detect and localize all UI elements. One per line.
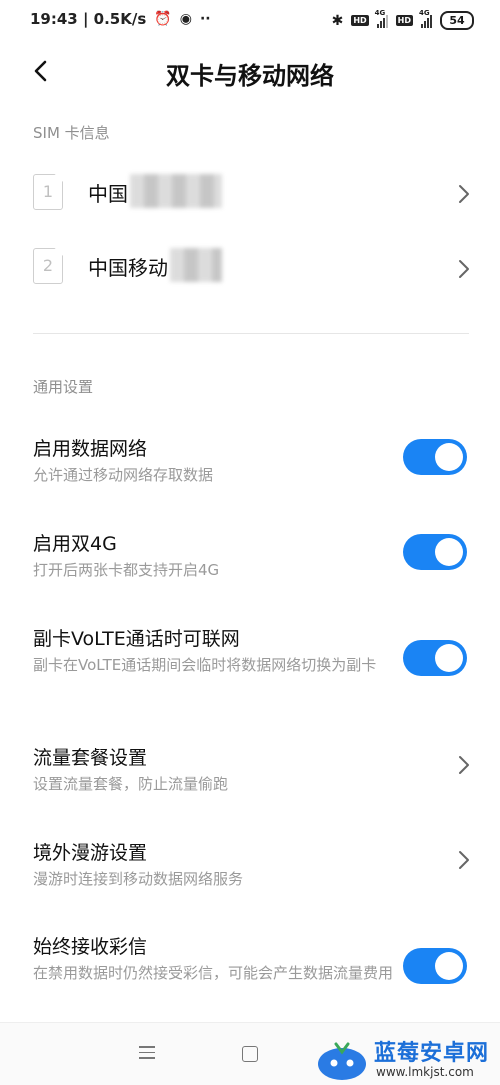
signal-icon-sim1: 4G bbox=[375, 9, 388, 28]
sim-card-row-1[interactable]: 1 中国 bbox=[0, 164, 500, 224]
setting-secondary-volte-data[interactable]: 副卡VoLTE通话时可联网 副卡在VoLTE通话期间会临时将数据网络切换为副卡 bbox=[0, 624, 500, 704]
status-right: ✱ HD 4G HD 4G 54 bbox=[331, 9, 474, 30]
setting-data-plan[interactable]: 流量套餐设置 设置流量套餐，防止流量偷跑 bbox=[0, 743, 500, 803]
setting-subtitle: 允许通过移动网络存取数据 bbox=[33, 466, 214, 484]
home-nav-button[interactable] bbox=[242, 1046, 258, 1062]
status-left: 19:43 | 0.5K/s ⏰ ◉ ·· bbox=[30, 10, 211, 28]
alarm-icon: ⏰ bbox=[154, 11, 172, 27]
chevron-right-icon bbox=[459, 185, 469, 203]
setting-title: 启用双4G bbox=[33, 533, 117, 555]
section-label-general: 通用设置 bbox=[33, 378, 94, 396]
setting-subtitle: 副卡在VoLTE通话期间会临时将数据网络切换为副卡 bbox=[33, 656, 377, 674]
watermark-url: www.lmkjst.com bbox=[376, 1065, 474, 1079]
status-bar: 19:43 | 0.5K/s ⏰ ◉ ·· ✱ HD 4G HD 4G 54 bbox=[0, 0, 500, 44]
chevron-right-icon bbox=[459, 756, 469, 774]
sim-slot-icon: 1 bbox=[33, 174, 63, 210]
more-notifications: ·· bbox=[199, 11, 211, 27]
dual-4g-toggle[interactable] bbox=[403, 534, 467, 570]
app-header: 双卡与移动网络 bbox=[0, 44, 500, 102]
redacted-number bbox=[170, 248, 222, 282]
sim-carrier-name: 中国 bbox=[88, 182, 128, 206]
setting-subtitle: 漫游时连接到移动数据网络服务 bbox=[33, 870, 244, 888]
globe-icon: ◉ bbox=[179, 11, 192, 27]
page-title: 双卡与移动网络 bbox=[166, 62, 334, 90]
hd-voice-badge-1: HD bbox=[351, 15, 369, 26]
redacted-number bbox=[130, 174, 222, 208]
setting-title: 始终接收彩信 bbox=[33, 936, 148, 958]
sim-card-row-2[interactable]: 2 中国移动 bbox=[0, 238, 500, 298]
setting-subtitle: 在禁用数据时仍然接受彩信，可能会产生数据流量费用 bbox=[33, 964, 394, 982]
sim-carrier-name: 中国移动 bbox=[88, 256, 168, 280]
menu-nav-button[interactable] bbox=[139, 1046, 155, 1060]
setting-title: 境外漫游设置 bbox=[33, 842, 148, 864]
section-label-sim: SIM 卡信息 bbox=[33, 124, 110, 142]
secondary-volte-data-toggle[interactable] bbox=[403, 640, 467, 676]
hd-voice-badge-2: HD bbox=[395, 15, 413, 26]
setting-dual-4g[interactable]: 启用双4G 打开后两张卡都支持开启4G bbox=[0, 529, 500, 589]
setting-always-receive-mms[interactable]: 始终接收彩信 在禁用数据时仍然接受彩信，可能会产生数据流量费用 bbox=[0, 932, 500, 1012]
setting-enable-mobile-data[interactable]: 启用数据网络 允许通过移动网络存取数据 bbox=[0, 434, 500, 494]
sim-slot-icon: 2 bbox=[33, 248, 63, 284]
setting-roaming[interactable]: 境外漫游设置 漫游时连接到移动数据网络服务 bbox=[0, 838, 500, 898]
always-receive-mms-toggle[interactable] bbox=[403, 948, 467, 984]
time-and-speed: 19:43 | 0.5K/s bbox=[30, 10, 147, 28]
section-divider bbox=[33, 333, 469, 334]
chevron-right-icon bbox=[459, 260, 469, 278]
battery-indicator: 54 bbox=[440, 11, 474, 30]
bluetooth-icon: ✱ bbox=[331, 12, 344, 29]
setting-title: 流量套餐设置 bbox=[33, 747, 148, 769]
blueberry-logo-icon bbox=[318, 1042, 366, 1080]
setting-subtitle: 设置流量套餐，防止流量偷跑 bbox=[33, 775, 229, 793]
setting-title: 启用数据网络 bbox=[33, 438, 148, 460]
watermark-brand: 蓝莓安卓网 bbox=[374, 1041, 490, 1066]
mobile-data-toggle[interactable] bbox=[403, 439, 467, 475]
chevron-right-icon bbox=[459, 851, 469, 869]
setting-title: 副卡VoLTE通话时可联网 bbox=[33, 628, 240, 650]
watermark: 蓝莓安卓网 www.lmkjst.com bbox=[316, 1030, 500, 1084]
signal-icon-sim2: 4G bbox=[419, 9, 432, 28]
setting-subtitle: 打开后两张卡都支持开启4G bbox=[33, 561, 220, 579]
